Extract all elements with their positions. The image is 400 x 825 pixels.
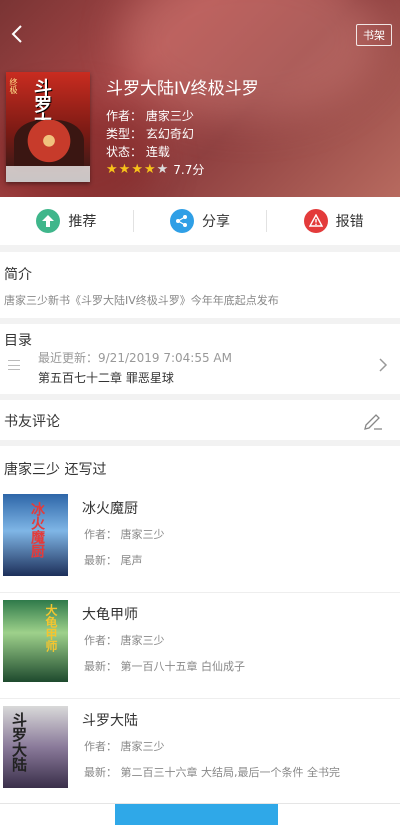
recommend-label: 推荐 — [68, 214, 97, 230]
cover-small-text: 终极 — [9, 78, 18, 94]
comments-title: 书友评论 — [4, 414, 60, 430]
bottom-action-bar — [0, 803, 400, 825]
book-rating: ★ ★ ★ ★ ★ 7.7分 — [106, 161, 204, 178]
report-error-label: 报错 — [335, 214, 364, 230]
rating-score: 7.7分 — [173, 163, 205, 177]
table-of-contents-row[interactable]: 目录 最近更新：9/21/2019 7:04:55 AM 第五百七十二章 罪恶星… — [0, 324, 400, 394]
cover-figure — [14, 120, 84, 172]
upload-arrow-icon — [36, 209, 61, 233]
chevron-right-icon — [379, 358, 388, 372]
book-latest: 最新： 尾声 — [84, 554, 143, 567]
cover-band — [6, 166, 90, 182]
book-cover: 斗罗大陆 — [3, 706, 68, 788]
book-cover: 终极 斗罗大陆 — [6, 72, 90, 182]
bottom-right-button[interactable] — [278, 804, 400, 825]
book-author: 作者： 唐家三少 — [84, 634, 165, 647]
book-header: 书架 终极 斗罗大陆 斗罗大陆IV终极斗罗 作者： 唐家三少 类型： 玄幻奇幻 … — [0, 0, 400, 197]
share-label: 分享 — [202, 214, 230, 230]
edit-pen-icon[interactable] — [362, 409, 384, 431]
book-author: 作者： 唐家三少 — [84, 528, 165, 541]
book-detail-page: 书架 终极 斗罗大陆 斗罗大陆IV终极斗罗 作者： 唐家三少 类型： 玄幻奇幻 … — [0, 0, 400, 825]
book-name: 大龟甲师 — [82, 607, 138, 623]
book-name: 斗罗大陆 — [82, 713, 138, 729]
bottom-left-button[interactable] — [0, 804, 115, 825]
share-button[interactable]: 分享 — [134, 209, 267, 233]
cover-title-text: 斗罗大陆 — [10, 712, 28, 772]
star-icon: ★ — [118, 162, 131, 177]
divider — [0, 698, 400, 699]
book-author: 作者： 唐家三少 — [84, 740, 165, 753]
book-title: 斗罗大陆IV终极斗罗 — [106, 79, 259, 99]
book-latest: 最新： 第二百三十六章 大结局,最后一个条件 全书完 — [84, 766, 340, 779]
action-bar: 推荐 分享 报错 — [0, 197, 400, 245]
report-error-button[interactable]: 报错 — [267, 209, 400, 233]
intro-section: 简介 唐家三少新书《斗罗大陆IV终极斗罗》今年年底起点发布 — [0, 252, 400, 318]
start-reading-button[interactable] — [115, 804, 278, 825]
back-button[interactable] — [6, 22, 30, 46]
star-empty-icon: ★ — [156, 162, 169, 177]
cover-title-text: 冰火魔厨 — [29, 502, 45, 558]
book-name: 冰火魔厨 — [82, 501, 138, 517]
recommend-button[interactable]: 推荐 — [0, 209, 133, 233]
star-icon: ★ — [106, 162, 118, 177]
book-cover: 大龟甲师 — [3, 600, 68, 682]
list-item[interactable]: 冰火魔厨 冰火魔厨 作者： 唐家三少 最新： 尾声 — [0, 494, 400, 600]
book-cover: 冰火魔厨 — [3, 494, 68, 576]
list-item[interactable]: 大龟甲师 大龟甲师 作者： 唐家三少 最新： 第一百八十五章 白仙成子 — [0, 600, 400, 706]
intro-text: 唐家三少新书《斗罗大陆IV终极斗罗》今年年底起点发布 — [4, 294, 279, 307]
list-icon — [8, 360, 20, 370]
book-author: 作者： 唐家三少 — [106, 109, 194, 123]
warning-icon — [303, 209, 328, 233]
bookshelf-button[interactable]: 书架 — [356, 24, 392, 46]
intro-title: 简介 — [4, 267, 32, 283]
divider — [0, 592, 400, 593]
list-item[interactable]: 斗罗大陆 斗罗大陆 作者： 唐家三少 最新： 第二百三十六章 大结局,最后一个条… — [0, 706, 400, 812]
star-icon: ★ — [131, 162, 143, 177]
star-icon: ★ — [143, 162, 156, 177]
latest-chapter: 第五百七十二章 罪恶星球 — [38, 371, 174, 385]
reader-comments-row[interactable]: 书友评论 — [0, 400, 400, 440]
last-updated: 最近更新：9/21/2019 7:04:55 AM — [38, 351, 232, 365]
share-icon — [170, 209, 194, 233]
book-status: 状态： 连载 — [106, 145, 170, 159]
book-info: 斗罗大陆IV终极斗罗 作者： 唐家三少 类型： 玄幻奇幻 状态： 连载 — [106, 74, 259, 161]
author-books-title: 唐家三少 还写过 — [4, 462, 107, 478]
chevron-left-icon — [11, 25, 22, 43]
cover-title-text: 大龟甲师 — [44, 604, 58, 652]
author-other-books-section: 唐家三少 还写过 冰火魔厨 冰火魔厨 作者： 唐家三少 最新： 尾声 大龟甲师 … — [0, 446, 400, 825]
book-genre: 类型： 玄幻奇幻 — [106, 127, 194, 141]
toc-title: 目录 — [4, 333, 32, 349]
book-latest: 最新： 第一百八十五章 白仙成子 — [84, 660, 245, 673]
